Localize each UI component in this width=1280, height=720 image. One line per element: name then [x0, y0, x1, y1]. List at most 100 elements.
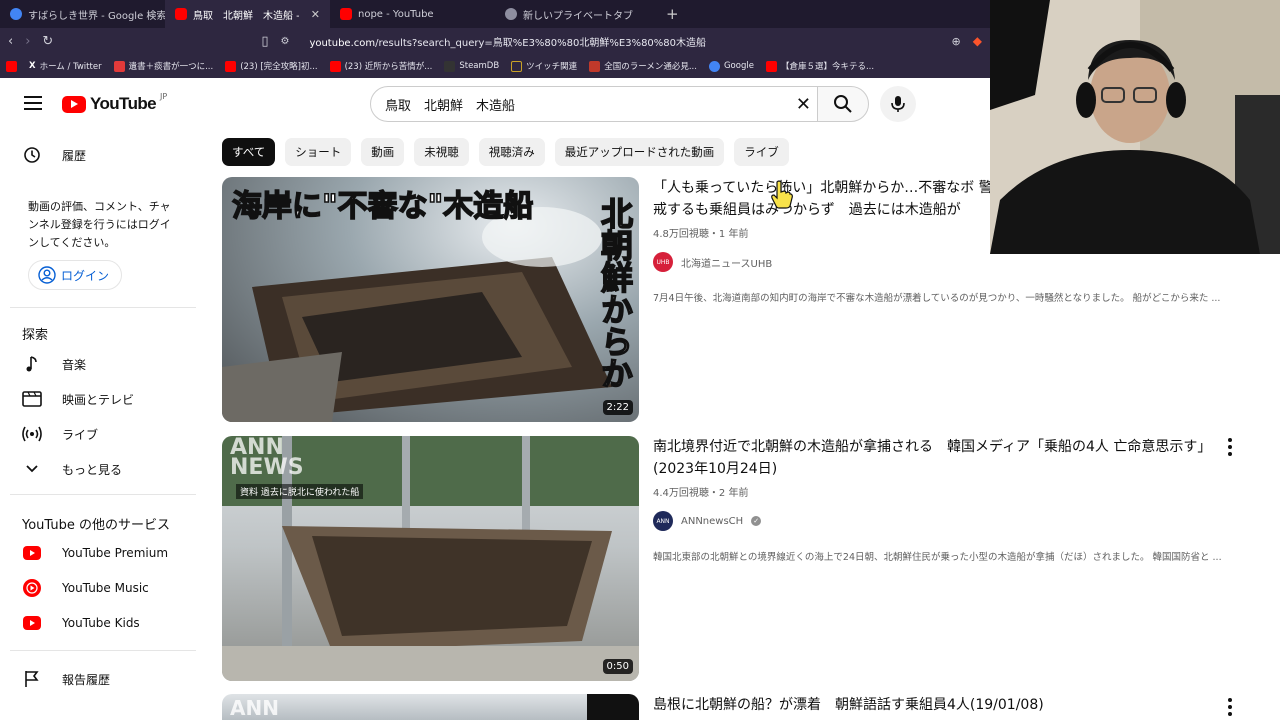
tab-youtube-active[interactable]: 鳥取 北朝鮮 木造船 - YouTube ✕ — [165, 0, 330, 28]
tab-label: すばらしき世界 - Google 検索 — [28, 10, 165, 22]
chevron-down-icon — [22, 459, 42, 479]
youtube-premium-icon — [22, 543, 42, 563]
thumbnail-caption: 海岸に"不審な"木造船 — [231, 188, 534, 225]
video-description: 韓国北東部の北朝鮮との境界線近くの海上で24日朝、北朝鮮住民が乗った小型の木造船… — [653, 552, 1222, 563]
search-icon — [834, 95, 852, 113]
chip-live[interactable]: ライブ — [734, 138, 789, 166]
url-field[interactable]: youtube.com/results?search_query=鳥取%E3%8… — [309, 34, 939, 49]
close-tab-icon[interactable]: ✕ — [311, 8, 320, 21]
site-icon — [589, 60, 601, 72]
bookmark-label: (23) 近所から苦情が... — [344, 62, 433, 72]
chip-shorts[interactable]: ショート — [285, 138, 352, 166]
bookmark-icon[interactable]: ▯ — [261, 34, 268, 49]
video-title[interactable]: 島根に北朝鮮の船？が漂着 朝鮮語話す乗組員4人(19/01/08) — [653, 694, 1213, 716]
divider — [10, 650, 196, 651]
video-info: 南北境界付近で北朝鮮の木造船が拿捕される 韓国メディア「乗船の4人 亡命意思示す… — [653, 436, 1222, 563]
sidebar-item-movies[interactable]: 映画とテレビ — [22, 389, 134, 409]
microphone-icon — [891, 96, 905, 112]
webcam-overlay — [990, 0, 1280, 254]
tab-private[interactable]: 新しいプライベートタブ — [495, 0, 660, 28]
search-input[interactable]: 鳥取 北朝鮮 木造船 ✕ — [370, 86, 818, 122]
video-meta: 4.4万回視聴・2 年前 — [653, 488, 749, 499]
site-icon — [113, 60, 125, 72]
bookmark-folder[interactable]: ツイッチ関連 — [511, 60, 577, 72]
youtube-music-icon — [22, 578, 42, 598]
back-icon[interactable]: ‹ — [8, 34, 13, 49]
new-tab-icon[interactable]: + — [666, 5, 679, 23]
divider — [10, 494, 196, 495]
sidebar-item-label: ライブ — [62, 427, 99, 442]
more-actions-icon[interactable] — [1228, 698, 1232, 716]
channel-row[interactable]: ANN ANNnewsCH ✓ — [653, 511, 1213, 531]
video-thumbnail[interactable]: 海岸に"不審な"木造船 北朝鮮からか 2:22 — [222, 177, 639, 422]
bookmark-item[interactable] — [6, 60, 17, 72]
sidebar-item-live[interactable]: ライブ — [22, 424, 98, 444]
region-code: JP — [160, 91, 168, 101]
chip-unwatched[interactable]: 未視聴 — [414, 138, 469, 166]
brave-shield-icon[interactable]: ◆ — [973, 34, 982, 48]
thumbnail-caption: 資料 過去に脱北に使われた船 — [236, 484, 364, 499]
chip-all[interactable]: すべて — [222, 138, 276, 166]
shield-icon — [505, 8, 517, 20]
bookmark-label: ツイッチ関連 — [526, 62, 578, 72]
bookmark-item[interactable]: (23) [完全攻略]初... — [225, 60, 318, 72]
video-title[interactable]: 「人も乗っていたら怖い」北朝鮮からか…不審なボ 警戒するも乗組員はみつからず 過… — [653, 177, 993, 221]
bookmark-item[interactable]: X ホーム / Twitter — [29, 60, 102, 72]
youtube-header: YouTube JP 鳥取 北朝鮮 木造船 ✕ — [0, 80, 990, 128]
bookmark-item[interactable]: SteamDB — [444, 60, 499, 72]
tab-label: 新しいプライベートタブ — [523, 10, 633, 22]
webcam-feed — [990, 0, 1280, 254]
bookmark-item[interactable]: 【倉庫５選】今キテる... — [765, 60, 874, 72]
voice-search-button[interactable] — [880, 86, 916, 122]
reload-icon[interactable]: ↻ — [42, 34, 53, 49]
youtube-icon — [225, 60, 237, 72]
browser-tab-strip: すばらしき世界 - Google 検索 鳥取 北朝鮮 木造船 - YouTube… — [0, 0, 990, 28]
sidebar-item-label: YouTube Kids — [62, 616, 140, 630]
video-thumbnail[interactable]: ANN — [222, 694, 639, 720]
zoom-icon[interactable]: ⊕ — [952, 35, 961, 48]
flag-icon — [22, 669, 42, 689]
youtube-favicon-icon — [175, 8, 187, 20]
sidebar-item-music-app[interactable]: YouTube Music — [22, 578, 149, 598]
video-title[interactable]: 南北境界付近で北朝鮮の木造船が拿捕される 韓国メディア「乗船の4人 亡命意思示す… — [653, 436, 1213, 480]
sidebar-item-premium[interactable]: YouTube Premium — [22, 543, 168, 563]
history-icon — [22, 145, 42, 165]
site-settings-icon[interactable]: ⚙ — [280, 36, 289, 47]
sidebar-item-music[interactable]: 音楽 — [22, 354, 86, 374]
duration-badge: 0:50 — [602, 659, 633, 674]
bookmark-label: ホーム / Twitter — [39, 62, 102, 72]
youtube-logo[interactable]: YouTube JP — [62, 91, 168, 114]
channel-row[interactable]: UHB 北海道ニュースUHB — [653, 252, 1213, 272]
live-icon — [22, 424, 42, 444]
bookmark-label: (23) [完全攻略]初... — [240, 62, 318, 72]
sidebar-item-kids[interactable]: YouTube Kids — [22, 613, 140, 633]
thumbnail-side-caption: 北朝鮮からか — [595, 196, 635, 390]
forward-icon[interactable]: › — [25, 34, 30, 49]
bookmark-item[interactable]: 遺書＋痰書が一つに... — [113, 60, 213, 72]
more-actions-icon[interactable] — [1228, 438, 1232, 456]
youtube-play-icon — [62, 95, 86, 113]
tab-google-search[interactable]: すばらしき世界 - Google 検索 — [0, 0, 165, 28]
chip-recently-uploaded[interactable]: 最近アップロードされた動画 — [554, 138, 725, 166]
film-icon — [22, 389, 42, 409]
tab-youtube-nope[interactable]: nope - YouTube — [330, 0, 495, 28]
x-icon: X — [29, 61, 36, 71]
sidebar: 履歴 動画の評価、コメント、チャンネル登録を行うにはログインしてください。 ログ… — [0, 128, 210, 720]
sidebar-item-more[interactable]: もっと見る — [22, 459, 122, 479]
search-button[interactable] — [817, 86, 869, 122]
bookmark-item[interactable]: Google — [708, 60, 754, 72]
clear-search-icon[interactable]: ✕ — [796, 94, 811, 115]
bookmark-item[interactable]: (23) 近所から苦情が... — [329, 60, 433, 72]
google-icon — [10, 8, 22, 20]
bookmark-item[interactable]: 全国のラーメン通必見... — [589, 60, 697, 72]
menu-icon[interactable] — [24, 96, 42, 110]
page-edge — [1264, 254, 1280, 720]
chip-videos[interactable]: 動画 — [361, 138, 405, 166]
video-thumbnail[interactable]: ANN NEWS 資料 過去に脱北に使われた船 0:50 — [222, 436, 639, 681]
sidebar-item-label: 音楽 — [62, 357, 87, 372]
sidebar-item-report-history[interactable]: 報告履歴 — [22, 669, 110, 689]
chip-watched[interactable]: 視聴済み — [478, 138, 545, 166]
sidebar-item-history[interactable]: 履歴 — [22, 145, 86, 165]
login-button[interactable]: ログイン — [28, 260, 122, 290]
channel-avatar: UHB — [653, 252, 673, 272]
